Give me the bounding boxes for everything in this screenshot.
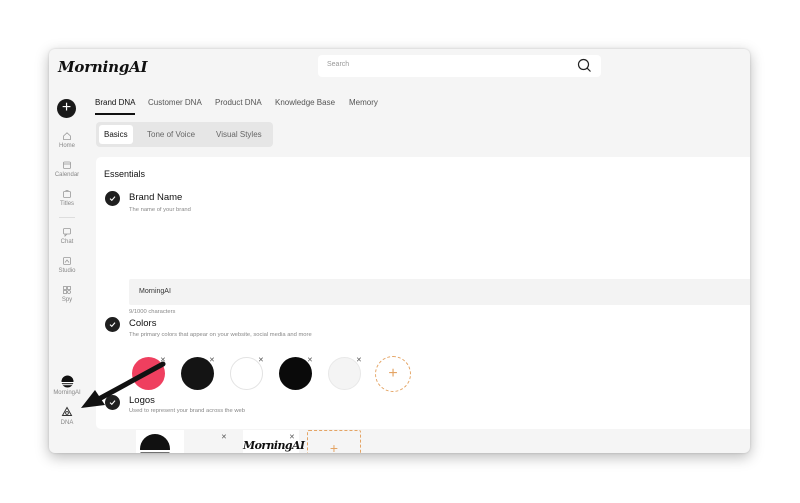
brand-name-description: The name of your brand	[129, 207, 191, 213]
subtab-basics[interactable]: Basics	[99, 125, 133, 144]
calendar-icon	[63, 161, 71, 169]
search-placeholder: Search	[327, 61, 350, 68]
sidebar-item-label: DNA	[60, 420, 74, 426]
sidebar-divider	[59, 217, 75, 218]
sidebar-item-label: Studio	[58, 268, 76, 274]
brand-name-input[interactable]: MorningAI	[129, 279, 750, 305]
sidebar-item-titles[interactable]: Titles	[49, 189, 85, 207]
search-icon[interactable]	[577, 58, 592, 78]
app-logo: MorningAI	[58, 58, 148, 76]
subtab-visual-styles[interactable]: Visual Styles	[216, 130, 262, 139]
active-tab-indicator	[95, 113, 135, 115]
tab-brand-dna[interactable]: Brand DNA	[95, 98, 135, 107]
char-count: 9/1000 characters	[129, 309, 176, 315]
sidebar-item-label: Titles	[59, 201, 75, 207]
essentials-card: Essentials Brand Name The name of your b…	[96, 157, 750, 453]
sidebar-item-label: Home	[58, 143, 75, 149]
dna-icon	[61, 406, 73, 416]
colors-check-icon	[105, 317, 120, 332]
sidebar-item-spy[interactable]: Spy	[49, 285, 85, 303]
sidebar-item-studio[interactable]: Studio	[49, 256, 85, 274]
remove-color-icon[interactable]: ✕	[307, 356, 313, 364]
logo-wordmark: MorningAI	[243, 439, 305, 452]
brand-name-value: MorningAI	[139, 288, 171, 295]
sidebar-item-chat[interactable]: Chat	[49, 227, 85, 245]
remove-color-icon[interactable]: ✕	[356, 356, 362, 364]
spy-icon	[63, 286, 71, 294]
remove-color-icon[interactable]: ✕	[258, 356, 264, 364]
remove-logo-icon[interactable]: ✕	[289, 433, 295, 441]
remove-logo-icon[interactable]: ✕	[221, 433, 227, 441]
logo-mark-tile[interactable]	[136, 430, 184, 453]
brand-name-title: Brand Name	[129, 192, 183, 203]
colors-title: Colors	[129, 318, 157, 329]
remove-color-icon[interactable]: ✕	[209, 356, 215, 364]
studio-icon	[63, 257, 71, 265]
sidebar-item-label: Calendar	[54, 172, 80, 178]
titles-icon	[63, 190, 71, 198]
tab-memory[interactable]: Memory	[349, 98, 378, 107]
chat-icon	[63, 228, 71, 237]
sidebar-item-label: Spy	[61, 297, 73, 303]
add-logo-button[interactable]: +	[307, 430, 361, 453]
brand-name-check-icon	[105, 191, 120, 206]
tab-knowledge-base[interactable]: Knowledge Base	[275, 98, 335, 107]
account-avatar-icon	[60, 375, 74, 388]
tab-product-dna[interactable]: Product DNA	[215, 98, 262, 107]
logo-mark-icon	[138, 434, 172, 453]
add-color-button[interactable]: +	[375, 356, 411, 392]
pointer-arrow-icon	[81, 361, 166, 408]
colors-description: The primary colors that appear on your w…	[129, 332, 312, 338]
sidebar-item-calendar[interactable]: Calendar	[49, 160, 85, 178]
tab-customer-dna[interactable]: Customer DNA	[148, 98, 202, 107]
subtab-bar: Basics Tone of Voice Visual Styles	[96, 122, 273, 147]
add-button[interactable]: +	[57, 99, 76, 118]
sidebar-item-home[interactable]: Home	[49, 131, 85, 149]
sidebar-item-label: Chat	[60, 239, 74, 245]
section-title: Essentials	[104, 169, 146, 179]
home-icon	[63, 132, 71, 140]
subtab-tone-of-voice[interactable]: Tone of Voice	[147, 130, 195, 139]
search-input[interactable]: Search	[318, 55, 601, 77]
